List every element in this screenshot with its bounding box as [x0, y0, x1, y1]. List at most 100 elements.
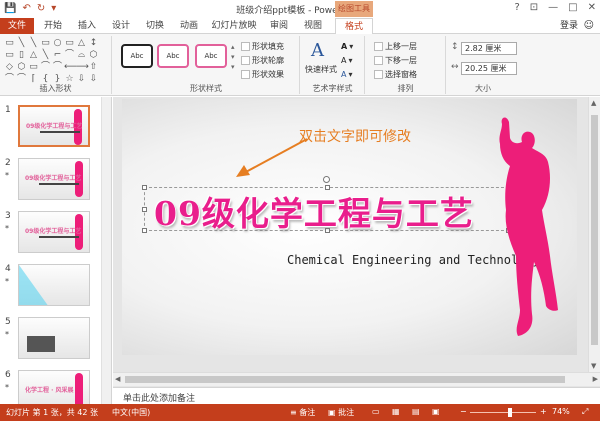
vertical-scrollbar[interactable]: ▲ ▼	[588, 97, 600, 372]
shape-fill-button[interactable]: 形状填充	[241, 40, 284, 52]
shape-option-icon[interactable]: ⬡	[88, 50, 99, 61]
slide-thumbnail[interactable]: 09级化学工程与工艺	[18, 158, 90, 200]
shape-outline-button[interactable]: 形状轮廓	[241, 54, 284, 66]
gallery-scroll-arrows[interactable]: ▴ ▾ ▾	[231, 42, 239, 72]
scroll-up-icon[interactable]: ▲	[591, 99, 596, 107]
tab-format[interactable]: 格式	[335, 18, 373, 34]
tab-design[interactable]: 设计	[106, 18, 136, 34]
send-backward-button[interactable]: 下移一层	[374, 54, 417, 66]
slide-title[interactable]: 09级化学工程与工艺	[154, 187, 474, 235]
fit-to-window-icon[interactable]: ⤢	[582, 407, 588, 417]
horizontal-scroll-thumb[interactable]	[125, 376, 565, 383]
shape-option-icon[interactable]: ⌓	[76, 50, 87, 61]
bring-forward-button[interactable]: 上移一层	[374, 40, 417, 52]
shape-style-option[interactable]: Abc	[195, 44, 227, 68]
shape-option-icon[interactable]: ▯	[16, 50, 27, 61]
selection-pane-button[interactable]: 选择窗格	[374, 68, 417, 80]
notes-placeholder[interactable]: 单击此处添加备注	[123, 391, 195, 404]
text-effects-icon[interactable]: A ▾	[341, 68, 353, 80]
help-icon[interactable]: ?	[514, 2, 519, 13]
height-field[interactable]: 2.82 厘米	[461, 42, 517, 55]
shape-option-icon[interactable]: ⇧	[88, 62, 99, 73]
tab-transitions[interactable]: 切换	[140, 18, 170, 34]
tab-home[interactable]: 开始	[38, 18, 68, 34]
tab-insert[interactable]: 插入	[72, 18, 102, 34]
slide-thumbnail[interactable]	[18, 317, 90, 359]
zoom-level[interactable]: 74%	[552, 407, 570, 416]
shape-option-icon[interactable]: ↕	[88, 38, 99, 49]
slide-thumbnail[interactable]: 化学工程 · 风采展	[18, 370, 90, 404]
comments-button[interactable]: ▣ 批注	[328, 407, 354, 418]
shape-option-icon[interactable]: ⌒	[52, 62, 63, 73]
tab-review[interactable]: 审阅	[264, 18, 294, 34]
shape-option-icon[interactable]: ▭	[64, 38, 75, 49]
shape-option-icon[interactable]: ▭	[28, 62, 39, 73]
slide-thumbnail[interactable]	[18, 264, 90, 306]
shape-style-option[interactable]: Abc	[157, 44, 189, 68]
shape-effects-button[interactable]: 形状效果	[241, 68, 284, 80]
thumbnail-scrollbar[interactable]	[101, 97, 111, 404]
scroll-right-icon[interactable]: ▶	[593, 375, 598, 383]
vertical-scroll-thumb[interactable]	[591, 115, 598, 345]
horizontal-scrollbar[interactable]: ◀ ▶	[113, 372, 600, 386]
slideshow-icon[interactable]: ▣	[432, 407, 440, 416]
shape-option-icon[interactable]: ◇	[4, 62, 15, 73]
shape-option-icon[interactable]: ╲	[28, 38, 39, 49]
slide-thumbnail-row[interactable]: 2 * 09级化学工程与工艺	[0, 158, 111, 208]
shape-option-icon[interactable]: ▭	[40, 38, 51, 49]
normal-view-icon[interactable]: ▭	[372, 407, 380, 416]
wordart-icon[interactable]: A	[311, 40, 324, 61]
shape-option-icon[interactable]: ⟵	[64, 62, 77, 73]
shape-option-icon[interactable]: ╲	[16, 38, 27, 49]
tab-slideshow[interactable]: 幻灯片放映	[208, 18, 260, 34]
shape-option-icon[interactable]: ⬡	[16, 62, 27, 73]
text-outline-icon[interactable]: A ▾	[341, 54, 353, 66]
slide-thumbnail-row[interactable]: 4 *	[0, 264, 111, 314]
zoom-slider-knob[interactable]	[507, 408, 512, 417]
shape-option-icon[interactable]: ╲	[40, 50, 51, 61]
shape-option-icon[interactable]: ⟶	[76, 62, 89, 73]
zoom-slider[interactable]	[470, 412, 536, 413]
text-fill-icon[interactable]: A ▾	[341, 40, 353, 52]
reading-view-icon[interactable]: ▤	[412, 407, 420, 416]
slide-thumbnail[interactable]: 09级化学工程与工艺	[18, 105, 90, 147]
resize-handle[interactable]	[142, 185, 147, 190]
slide-thumbnail-row[interactable]: 6 * 化学工程 · 风采展	[0, 370, 111, 404]
slide-thumbnail-row[interactable]: 5 *	[0, 317, 111, 367]
minimize-icon[interactable]: —	[548, 2, 558, 13]
login-link[interactable]: 登录	[560, 18, 578, 34]
width-field[interactable]: 20.25 厘米	[461, 62, 517, 75]
notes-button[interactable]: ≡ 备注	[290, 407, 315, 418]
tab-view[interactable]: 视图	[298, 18, 328, 34]
shape-option-icon[interactable]: ▭	[4, 38, 15, 49]
zoom-out-button[interactable]: −	[460, 407, 467, 416]
tab-animations[interactable]: 动画	[174, 18, 204, 34]
shape-option-icon[interactable]: ⌒	[40, 62, 51, 73]
scroll-down-icon[interactable]: ▼	[591, 362, 596, 370]
shape-option-icon[interactable]: ⌐	[52, 50, 63, 61]
notes-pane[interactable]: 单击此处添加备注	[113, 387, 600, 404]
ribbon-display-icon[interactable]: ⊡	[530, 2, 538, 13]
slide-thumbnail[interactable]: 09级化学工程与工艺	[18, 211, 90, 253]
zoom-in-button[interactable]: +	[540, 407, 547, 416]
resize-handle[interactable]	[142, 207, 147, 212]
shape-option-icon[interactable]: ○	[52, 38, 63, 49]
shape-option-icon[interactable]: △	[76, 38, 87, 49]
shapes-gallery[interactable]: ▭ ╲ ╲ ▭ ○ ▭ △ ↕ ▭ ▯ △ ╲ ⌐ ⌒ ⌓ ⬡ ◇ ⬡ ▭ ⌒ ⌒ ⟵ ⟶ ⇧ ⌒ ⌒ ⌈{} ☆ ⇩ ⇩	[4, 38, 99, 85]
slide-thumbnail-row[interactable]: 1 09级化学工程与工艺	[0, 105, 111, 155]
rotate-handle[interactable]	[323, 176, 330, 183]
shape-option-icon[interactable]: ⌒	[64, 50, 75, 61]
close-icon[interactable]: ✕	[588, 2, 596, 13]
tab-file[interactable]: 文件	[0, 18, 34, 34]
resize-handle[interactable]	[142, 228, 147, 233]
shape-option-icon[interactable]: ▭	[4, 50, 15, 61]
shape-style-option[interactable]: Abc	[121, 44, 153, 68]
slide-thumbnail-row[interactable]: 3 * 09级化学工程与工艺	[0, 211, 111, 261]
shape-option-icon[interactable]: △	[28, 50, 39, 61]
slide-canvas[interactable]: 双击文字即可修改 09级化学工程与工艺 Chemical Engineering…	[122, 99, 577, 355]
maximize-icon[interactable]: □	[568, 2, 577, 13]
scroll-left-icon[interactable]: ◀	[115, 375, 120, 383]
language-indicator[interactable]: 中文(中国)	[112, 407, 150, 418]
quick-style-button[interactable]: 快速样式	[301, 64, 341, 75]
feedback-icon[interactable]: ☺	[584, 21, 594, 31]
